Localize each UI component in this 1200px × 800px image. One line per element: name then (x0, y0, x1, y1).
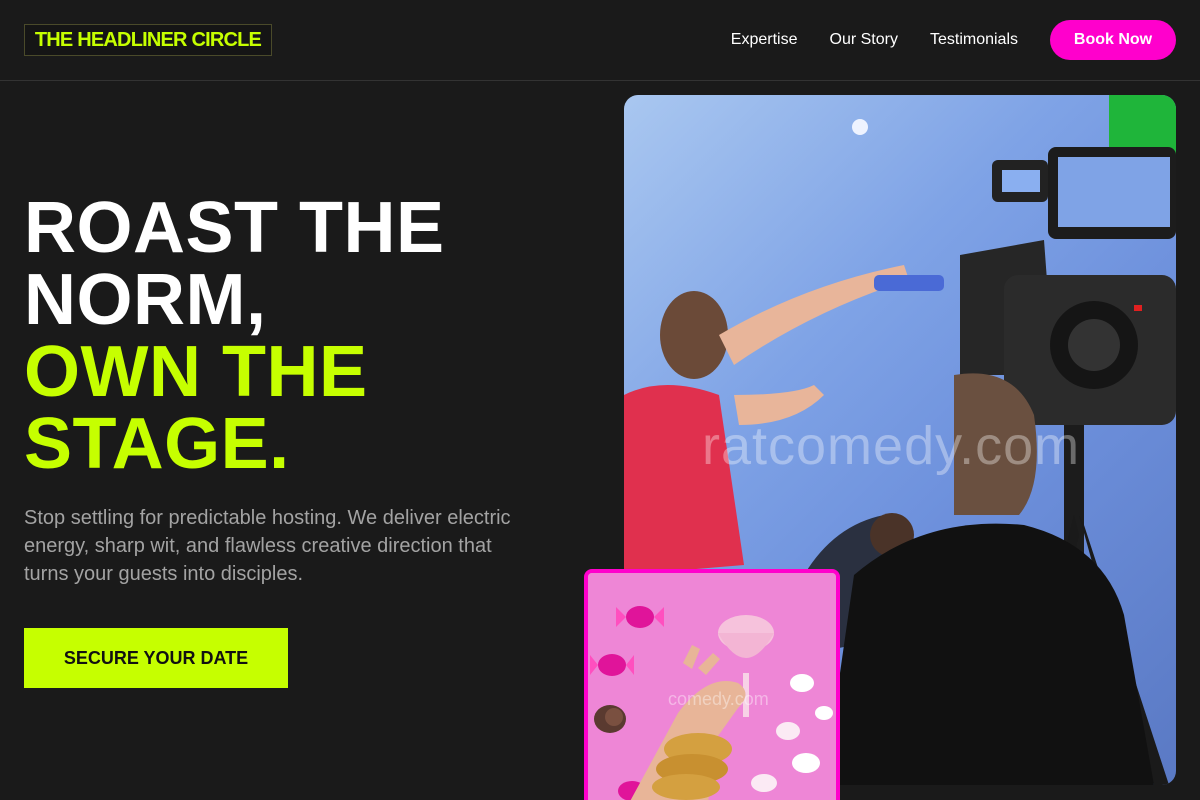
brand-logo-text: THE HEADLINER CIRCLE (34, 28, 262, 51)
inset-photo-illustration (588, 573, 836, 800)
hero-subtext: Stop settling for predictable hosting. W… (24, 507, 511, 585)
brand-logo[interactable]: THE HEADLINER CIRCLE (24, 24, 272, 56)
headline-line-1: ROAST THE (24, 188, 445, 268)
headline-line-4: STAGE. (24, 404, 290, 484)
nav-link-testimonials[interactable]: Testimonials (930, 31, 1018, 49)
main-nav: Expertise Our Story Testimonials Book No… (731, 20, 1176, 60)
headline-line-3: OWN THE (24, 332, 368, 412)
inset-photo-pink: comedy.com (584, 569, 840, 800)
inset-image-watermark: comedy.com (668, 689, 769, 709)
hero-headline: ROAST THE NORM, OWN THE STAGE. (24, 192, 584, 480)
nav-link-expertise[interactable]: Expertise (731, 31, 798, 49)
nav-link-our-story[interactable]: Our Story (830, 31, 898, 49)
headline-line-2: NORM, (24, 260, 267, 340)
book-now-button[interactable]: Book Now (1050, 20, 1176, 60)
main-image-watermark: ratcomedy.com (702, 416, 1081, 476)
site-header: THE HEADLINER CIRCLE Expertise Our Story… (0, 0, 1200, 81)
secure-your-date-button[interactable]: SECURE YOUR DATE (24, 628, 288, 688)
